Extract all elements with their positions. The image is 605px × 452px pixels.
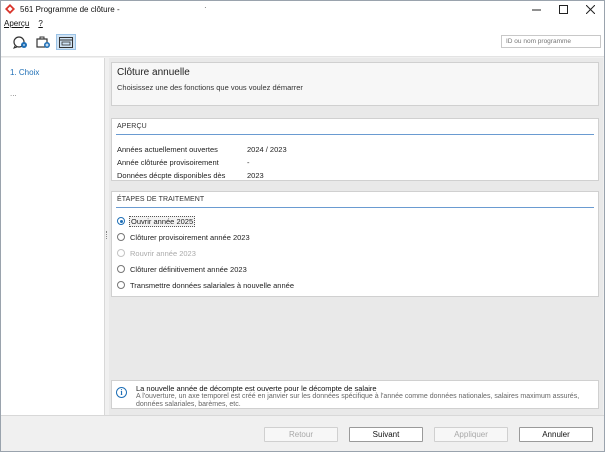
option-label: Clôturer définitivement année 2023 <box>130 264 247 274</box>
refresh-chat-button[interactable] <box>10 34 30 50</box>
steps-sidebar: 1. Choix ... <box>1 58 105 415</box>
maximize-button[interactable] <box>550 1 577 17</box>
info-description: A l'ouverture, un axe temporel est créé … <box>136 393 580 408</box>
open-years-value: 2024 / 2023 <box>247 145 287 154</box>
page-subtitle: Choisissez une des fonctions que vous vo… <box>117 83 303 92</box>
wizard-footer: Retour Suivant Appliquer Annuler <box>1 415 604 451</box>
page-header: Clôture annuelle Choisissez une des fonc… <box>111 62 599 106</box>
radio-button[interactable] <box>117 233 125 241</box>
title-bar: 561 Programme de clôture - · <box>1 1 604 17</box>
window-view-button[interactable] <box>56 34 76 50</box>
processing-section: ÉTAPES DE TRAITEMENT Ouvrir année 2025 C… <box>111 191 599 297</box>
close-button[interactable] <box>577 1 604 17</box>
program-search-input[interactable] <box>501 35 601 48</box>
radio-button <box>117 249 125 257</box>
close-icon <box>586 4 595 14</box>
option-reopen-year: Rouvrir année 2023 <box>117 248 197 258</box>
app-window: 561 Programme de clôture - · Aperçu ? ID… <box>0 0 605 452</box>
app-logo-icon <box>5 4 15 14</box>
briefcase-add-icon <box>36 36 50 48</box>
processing-divider <box>116 207 594 208</box>
cancel-button[interactable]: Annuler <box>519 427 593 442</box>
option-close-provisional[interactable]: Clôturer provisoirement année 2023 <box>117 232 251 242</box>
page-title: Clôture annuelle <box>117 67 190 78</box>
info-icon: i <box>116 387 127 398</box>
open-years-label: Années actuellement ouvertes <box>117 145 218 154</box>
processing-title: ÉTAPES DE TRAITEMENT <box>117 196 205 203</box>
option-label: Transmettre données salariales à nouvell… <box>130 280 294 290</box>
info-box: i La nouvelle année de décompte est ouve… <box>111 380 599 409</box>
info-title: La nouvelle année de décompte est ouvert… <box>136 384 377 393</box>
radio-button[interactable] <box>117 217 125 225</box>
provisional-year-label: Année clôturée provisoirement <box>117 158 219 167</box>
menu-bar: Aperçu ? <box>1 17 604 29</box>
option-close-final[interactable]: Clôturer définitivement année 2023 <box>117 264 248 274</box>
option-label: Rouvrir année 2023 <box>130 248 196 258</box>
minimize-icon <box>532 9 541 10</box>
maximize-icon <box>559 4 568 14</box>
sidebar-more-steps: ... <box>10 89 17 98</box>
data-available-value: 2023 <box>247 171 264 180</box>
option-open-year[interactable]: Ouvrir année 2025 <box>117 215 196 227</box>
sidebar-step-choix[interactable]: 1. Choix <box>10 68 39 77</box>
menu-help[interactable]: ? <box>38 19 42 28</box>
toolbar <box>1 29 604 57</box>
radio-button[interactable] <box>117 281 125 289</box>
option-transfer-salary[interactable]: Transmettre données salariales à nouvell… <box>117 280 295 290</box>
minimize-button[interactable] <box>523 1 550 17</box>
window-title: 561 Programme de clôture - <box>20 4 120 14</box>
window-controls <box>523 1 604 17</box>
radio-button[interactable] <box>117 265 125 273</box>
window-icon <box>59 36 73 48</box>
menu-apercu[interactable]: Aperçu <box>4 19 29 28</box>
main-content: Clôture annuelle Choisissez une des fonc… <box>109 58 603 415</box>
add-item-button[interactable] <box>33 34 53 50</box>
overview-section: APERÇU Années actuellement ouvertes 2024… <box>111 118 599 181</box>
chat-refresh-icon <box>13 36 27 49</box>
overview-title: APERÇU <box>117 123 147 130</box>
data-available-label: Données décpte disponibles dès <box>117 171 226 180</box>
next-button[interactable]: Suivant <box>349 427 423 442</box>
apply-button[interactable]: Appliquer <box>434 427 508 442</box>
panel-splitter[interactable] <box>106 231 108 239</box>
provisional-year-value: - <box>247 158 250 167</box>
option-label: Clôturer provisoirement année 2023 <box>130 232 250 242</box>
overview-divider <box>116 134 594 135</box>
title-separator: · <box>204 3 207 12</box>
back-button[interactable]: Retour <box>264 427 338 442</box>
option-label: Ouvrir année 2025 <box>129 215 196 227</box>
